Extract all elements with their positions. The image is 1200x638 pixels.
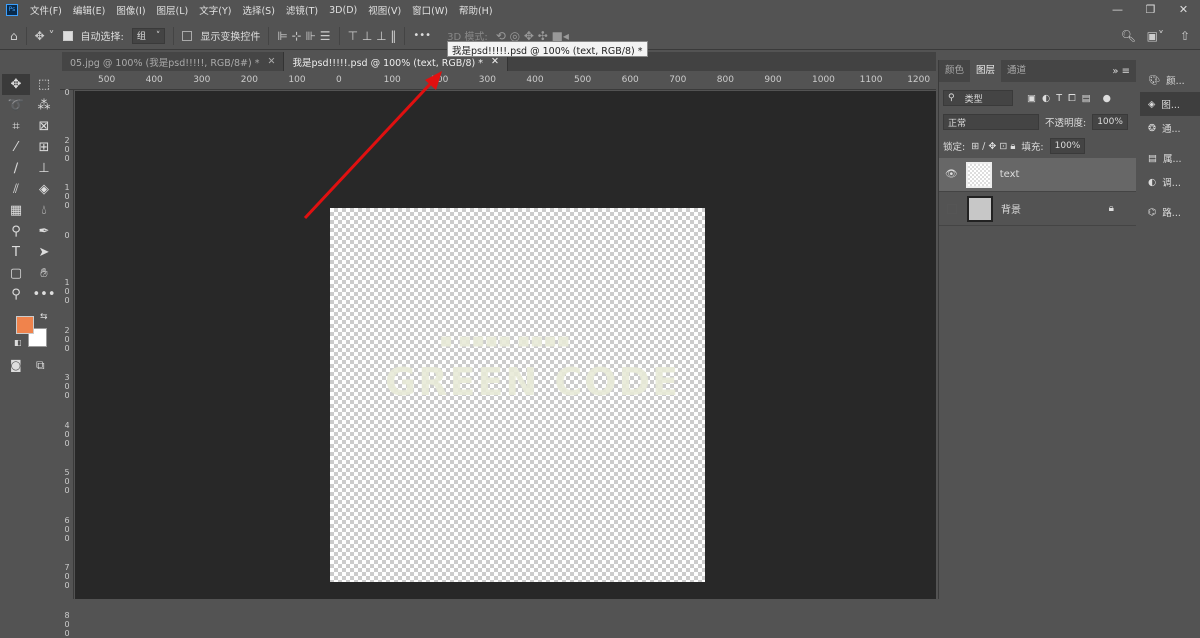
arrow-shaft <box>303 80 434 220</box>
ruler-tick-label: 800 <box>64 610 70 638</box>
red-arrow-annotation <box>303 71 442 220</box>
